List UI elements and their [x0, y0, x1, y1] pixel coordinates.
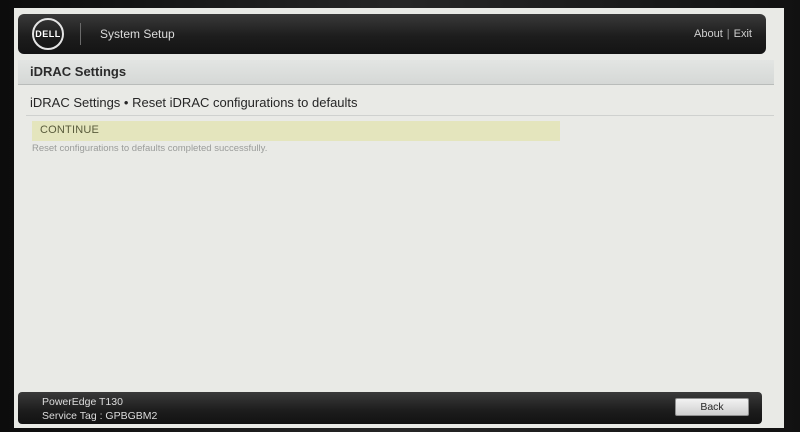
bios-screen: DELL System Setup About | Exit iDRAC Setti…: [14, 8, 784, 428]
service-tag: Service Tag : GPBGBM2: [42, 410, 158, 422]
top-links: About | Exit: [694, 28, 752, 40]
continue-label: CONTINUE: [40, 124, 100, 136]
about-link[interactable]: About: [694, 28, 723, 40]
header-divider: [80, 23, 81, 45]
app-title: System Setup: [100, 27, 175, 41]
section-title: iDRAC Settings: [30, 64, 127, 79]
section-title-bar: iDRAC Settings: [18, 60, 774, 85]
exit-link[interactable]: Exit: [734, 28, 752, 40]
dell-logo-text: DELL: [35, 29, 61, 39]
page-heading: iDRAC Settings • Reset iDRAC configurati…: [30, 95, 358, 110]
header-bar: DELL System Setup About | Exit: [18, 14, 766, 54]
system-model: PowerEdge T130: [42, 396, 123, 408]
link-separator: |: [726, 28, 730, 40]
footer-bar: PowerEdge T130 Service Tag : GPBGBM2 Bac…: [18, 392, 762, 424]
dell-logo: DELL: [32, 18, 64, 50]
back-button[interactable]: Back: [675, 398, 749, 416]
continue-option[interactable]: CONTINUE: [32, 121, 560, 141]
heading-divider: [26, 115, 774, 116]
status-message: Reset configurations to defaults complet…: [32, 143, 268, 154]
